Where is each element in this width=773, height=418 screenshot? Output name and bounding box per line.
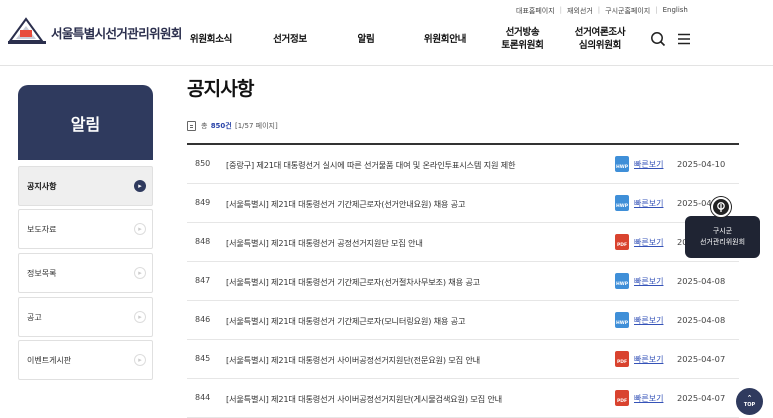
sidebar-item-label: 공고 [27, 312, 42, 322]
row-title-link[interactable]: [서울특별시] 제21대 대통령선거 기간제근로자(모니터링요원) 채용 공고 [226, 315, 606, 327]
row-date: 2025-04-07 [677, 354, 726, 364]
quick-view-link[interactable]: 빠른보기 [634, 198, 663, 209]
page-title: 공지사항 [187, 78, 255, 100]
sidebar-item-label: 이벤트게시판 [27, 355, 72, 365]
util-link-district[interactable]: 구시군홈페이지 [605, 6, 650, 16]
site-header: 서울특별시선거관리위원회 대표홈페이지 | 재외선거 | 구시군홈페이지 | E… [0, 0, 773, 66]
row-number: 850 [195, 159, 211, 168]
table-row: 846 [서울특별시] 제21대 대통령선거 기간제근로자(모니터링요원) 채용… [187, 301, 739, 340]
hwp-file-icon[interactable]: HWP [615, 312, 629, 328]
nav-debate-committee[interactable]: 선거방송 토론위원회 [495, 24, 550, 54]
table-row: 849 [서울특별시] 제21대 대통령선거 기간제근로자(선거안내요원) 채용… [187, 184, 739, 223]
hwp-file-icon[interactable]: HWP [615, 195, 629, 211]
search-icon[interactable] [650, 31, 666, 51]
count-pages: [1/57 페이지] [234, 122, 278, 130]
sidebar-item-announcement[interactable]: 공고 ▸ [18, 297, 153, 337]
quick-view-link[interactable]: 빠른보기 [634, 159, 663, 170]
district-line1: 구시군 [712, 227, 733, 235]
sidebar-item-notice[interactable]: 공지사항 ▸ [18, 166, 153, 206]
utility-links: 대표홈페이지 | 재외선거 | 구시군홈페이지 | English [516, 6, 688, 16]
chevron-right-icon: ▸ [134, 180, 146, 192]
row-number: 848 [195, 237, 211, 246]
row-date: 2025-04-08 [677, 315, 726, 325]
quick-view-link[interactable]: 빠른보기 [634, 315, 663, 326]
logo-mark-icon [6, 17, 48, 47]
quick-view-link[interactable]: 빠른보기 [634, 393, 663, 404]
row-date: 2025-04- [677, 198, 715, 208]
table-row: 850 [중랑구] 제21대 대통령선거 실시에 따른 선거물품 대여 및 온라… [187, 145, 739, 184]
header-icons [650, 31, 692, 51]
district-line2: 선거관리위원회 [699, 238, 746, 246]
row-date: 2025-04-08 [677, 276, 726, 286]
nav-poll-committee[interactable]: 선거여론조사 심의위원회 [570, 24, 630, 54]
logo-text: 서울특별시선거관리위원회 [51, 25, 182, 41]
notice-list: 850 [중랑구] 제21대 대통령선거 실시에 따른 선거물품 대여 및 온라… [187, 143, 739, 418]
util-separator: | [559, 6, 562, 14]
sidebar-item-event-board[interactable]: 이벤트게시판 ▸ [18, 340, 153, 380]
sidebar-title: 알림 [18, 85, 153, 160]
pdf-file-icon[interactable]: PDF [615, 390, 629, 406]
table-row: 847 [서울특별시] 제21대 대통령선거 기간제근로자(선거절차사무보조) … [187, 262, 739, 301]
menu-icon[interactable] [676, 31, 692, 51]
post-count: 총 850건 [1/57 페이지] [187, 121, 278, 131]
sidebar-item-label: 공지사항 [27, 181, 57, 191]
row-title-link[interactable]: [서울특별시] 제21대 대통령선거 공정선거지원단 모집 안내 [226, 237, 606, 249]
row-title-link[interactable]: [서울특별시] 제21대 대통령선거 기간제근로자(선거안내요원) 채용 공고 [226, 198, 606, 210]
count-prefix: 총 [201, 122, 208, 130]
table-row: 844 [서울특별시] 제21대 대통령선거 사이버공정선거지원단(게시물검색요… [187, 379, 739, 418]
sidebar-item-info-list[interactable]: 정보목록 ▸ [18, 253, 153, 293]
chevron-right-icon: ▸ [134, 223, 146, 235]
util-link-english[interactable]: English [663, 6, 688, 16]
top-label: TOP [743, 402, 756, 408]
sidebar-item-label: 정보목록 [27, 268, 57, 278]
site-logo[interactable]: 서울특별시선거관리위원회 [6, 17, 182, 47]
row-number: 845 [195, 354, 211, 363]
quick-view-link[interactable]: 빠른보기 [634, 237, 663, 248]
chevron-right-icon: ▸ [134, 354, 146, 366]
sidebar-item-press[interactable]: 보도자료 ▸ [18, 209, 153, 249]
hwp-file-icon[interactable]: HWP [615, 273, 629, 289]
nav-committee-news[interactable]: 위원회소식 [180, 24, 242, 54]
nav-election-info[interactable]: 선거정보 [260, 24, 320, 54]
document-icon [187, 121, 196, 131]
district-committee-button[interactable]: 구시군 선거관리위원회 [685, 216, 760, 258]
table-row: 848 [서울특별시] 제21대 대통령선거 공정선거지원단 모집 안내 PDF… [187, 223, 739, 262]
row-number: 847 [195, 276, 211, 285]
count-total: 850건 [210, 122, 232, 130]
quick-view-link[interactable]: 빠른보기 [634, 276, 663, 287]
quick-view-link[interactable]: 빠른보기 [634, 354, 663, 365]
hwp-file-icon[interactable]: HWP [615, 156, 629, 172]
util-separator: | [597, 6, 601, 14]
pdf-file-icon[interactable]: PDF [615, 351, 629, 367]
util-link-main[interactable]: 대표홈페이지 [516, 6, 555, 16]
chevron-right-icon: ▸ [134, 267, 146, 279]
row-title-link[interactable]: [서울특별시] 제21대 대통령선거 기간제근로자(선거절차사무보조) 채용 공… [226, 276, 606, 288]
nav-committee-guide[interactable]: 위원회안내 [415, 24, 475, 54]
row-title-link[interactable]: [중랑구] 제21대 대통령선거 실시에 따른 선거물품 대여 및 온라인투표시… [226, 159, 606, 171]
util-link-overseas[interactable]: 재외선거 [567, 6, 593, 16]
row-date: 2025-04-10 [677, 159, 726, 169]
location-pin-icon [711, 197, 731, 217]
arrow-up-icon: ⌃ [746, 394, 753, 402]
chevron-right-icon: ▸ [134, 311, 146, 323]
row-number: 844 [195, 393, 211, 402]
row-date: 2025-04-07 [677, 393, 726, 403]
row-title-link[interactable]: [서울특별시] 제21대 대통령선거 사이버공정선거지원단(게시물검색요원) 모… [226, 393, 606, 405]
row-number: 846 [195, 315, 211, 324]
sidebar-item-label: 보도자료 [27, 224, 57, 234]
row-title-link[interactable]: [서울특별시] 제21대 대통령선거 사이버공정선거지원단(전문요원) 모집 안… [226, 354, 606, 366]
util-separator: | [655, 6, 658, 14]
table-row: 845 [서울특별시] 제21대 대통령선거 사이버공정선거지원단(전문요원) … [187, 340, 739, 379]
scroll-top-button[interactable]: ⌃ TOP [736, 388, 763, 415]
nav-notice[interactable]: 알림 [346, 24, 386, 54]
pdf-file-icon[interactable]: PDF [615, 234, 629, 250]
row-number: 849 [195, 198, 211, 207]
